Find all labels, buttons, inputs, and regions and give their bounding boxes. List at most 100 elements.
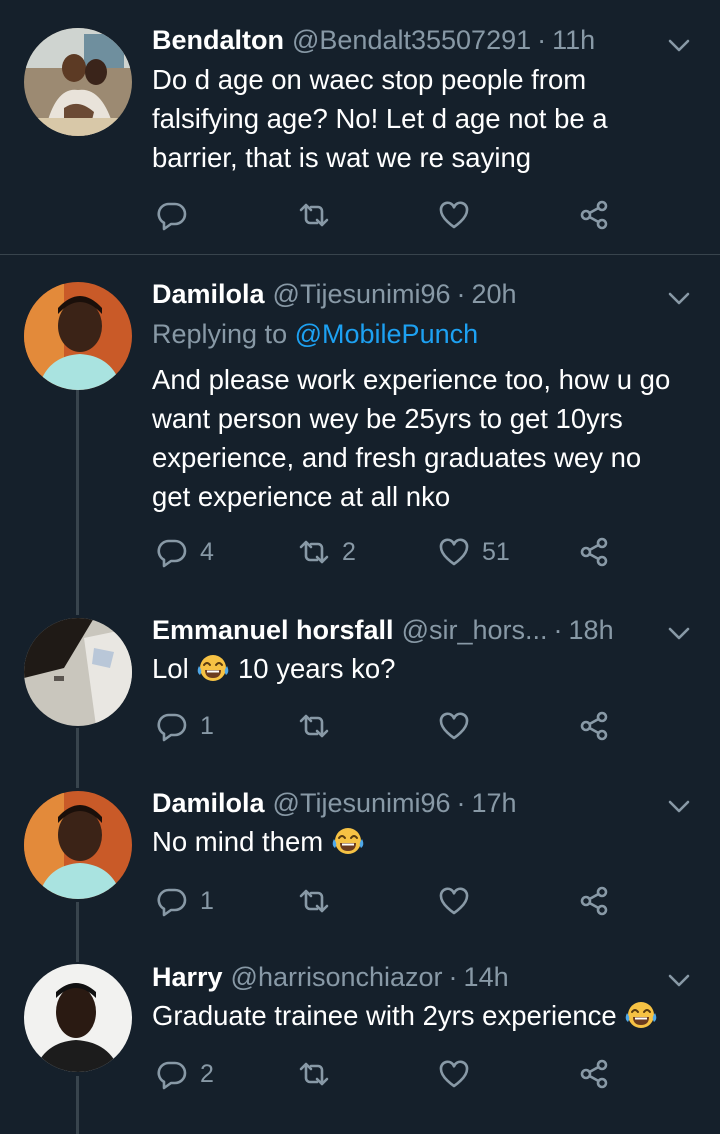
share-icon [578,710,610,742]
reply-count: 4 [200,537,214,566]
retweet-icon [298,1058,330,1090]
like-count: 51 [482,537,510,566]
tweet-header: Bendalton @Bendalt35507291 · 11h [152,20,700,60]
retweet-icon [298,199,330,231]
avatar[interactable] [24,28,132,136]
timestamp[interactable]: 17h [472,788,517,819]
separator-dot: · [553,614,563,645]
user-handle[interactable]: @Tijesunimi96 [273,279,451,310]
reply-button[interactable]: 1 [156,706,214,746]
tweet-header: Harry @harrisonchiazor · 14h [152,957,700,997]
user-handle[interactable]: @harrisonchiazor [231,962,443,993]
reply-icon [156,885,188,917]
tweet-text-part: Graduate trainee with 2yrs experience [152,1000,617,1031]
user-handle[interactable]: @Tijesunimi96 [273,788,451,819]
tweet-text-part: 10 years ko? [237,653,396,684]
chevron-down-icon[interactable] [666,32,692,58]
separator-dot: · [537,24,547,55]
tweet-3[interactable]: Emmanuel horsfall @sir_hors... · 18h Lol… [0,600,720,775]
timestamp[interactable]: 18h [569,615,614,646]
mention-link[interactable]: @MobilePunch [295,319,479,349]
tweet-text: And please work experience too, how u go… [152,364,671,512]
share-icon [578,885,610,917]
share-button[interactable] [578,532,610,572]
timestamp[interactable]: 11h [552,25,595,56]
reply-icon [156,199,188,231]
share-icon [578,1058,610,1090]
tweet-2[interactable]: Damilola @Tijesunimi96 · 20h Replying to… [0,255,720,600]
reply-button[interactable]: 1 [156,881,214,921]
retweet-icon [298,885,330,917]
share-button[interactable] [578,195,610,235]
user-handle[interactable]: @Bendalt35507291 [292,25,531,56]
face-with-tears-of-joy-icon [624,1000,658,1030]
display-name[interactable]: Damilola [152,279,265,310]
retweet-button[interactable]: 2 [298,532,356,572]
tweet-actions: 1 [152,706,632,746]
replying-to: Replying to @MobilePunch [152,315,478,353]
retweet-button[interactable] [298,195,342,235]
reply-icon [156,710,188,742]
display-name[interactable]: Bendalton [152,25,284,56]
tweet-text-part: Lol [152,653,189,684]
face-with-tears-of-joy-icon [196,653,230,683]
tweet-1[interactable]: Bendalton @Bendalt35507291 · 11h Do d ag… [0,0,720,254]
avatar[interactable] [24,282,132,390]
replying-to-label: Replying to [152,319,288,349]
tweet-actions [152,195,632,235]
display-name[interactable]: Emmanuel horsfall [152,615,394,646]
display-name[interactable]: Harry [152,962,223,993]
reply-button[interactable]: 2 [156,1054,214,1094]
tweet-feed: Bendalton @Bendalt35507291 · 11h Do d ag… [0,0,720,1134]
like-button[interactable] [438,1054,482,1094]
retweet-button[interactable] [298,881,342,921]
reply-count: 1 [200,886,214,915]
retweet-icon [298,710,330,742]
retweet-button[interactable] [298,706,342,746]
heart-icon [438,885,470,917]
tweet-header: Damilola @Tijesunimi96 · 20h [152,274,700,314]
display-name[interactable]: Damilola [152,788,265,819]
tweet-header: Emmanuel horsfall @sir_hors... · 18h [152,610,700,650]
share-button[interactable] [578,881,610,921]
chevron-down-icon[interactable] [666,285,692,311]
reply-count: 2 [200,1059,214,1088]
like-button[interactable] [438,706,482,746]
tweet-4[interactable]: Damilola @Tijesunimi96 · 17h No mind the… [0,775,720,950]
retweet-button[interactable] [298,1054,342,1094]
chevron-down-icon[interactable] [666,967,692,993]
tweet-text: Do d age on waec stop people from falsif… [152,64,608,173]
user-handle[interactable]: @sir_hors... [402,615,548,646]
reply-button[interactable] [156,195,200,235]
share-icon [578,536,610,568]
reply-count: 1 [200,711,214,740]
chevron-down-icon[interactable] [666,620,692,646]
tweet-text: Lol 10 years ko? [152,649,680,688]
reply-button[interactable]: 4 [156,532,214,572]
heart-icon [438,199,470,231]
timestamp[interactable]: 14h [464,962,509,993]
tweet-text: Graduate trainee with 2yrs experience [152,996,710,1035]
share-icon [578,199,610,231]
avatar[interactable] [24,791,132,899]
reply-icon [156,536,188,568]
timestamp[interactable]: 20h [472,279,517,310]
heart-icon [438,1058,470,1090]
share-button[interactable] [578,1054,610,1094]
tweet-text-part: No mind them [152,826,324,857]
face-with-tears-of-joy-icon [331,826,365,856]
tweet-text: No mind them [152,822,680,861]
share-button[interactable] [578,706,610,746]
avatar[interactable] [24,964,132,1072]
like-button[interactable]: 51 [438,532,510,572]
retweet-icon [298,536,330,568]
retweet-count: 2 [342,537,356,566]
separator-dot: · [456,278,466,309]
like-button[interactable] [438,881,482,921]
tweet-5[interactable]: Harry @harrisonchiazor · 14h Graduate tr… [0,950,720,1134]
chevron-down-icon[interactable] [666,793,692,819]
tweet-actions: 4 2 51 [152,532,632,572]
tweet-actions: 1 [152,881,632,921]
avatar[interactable] [24,618,132,726]
like-button[interactable] [438,195,482,235]
